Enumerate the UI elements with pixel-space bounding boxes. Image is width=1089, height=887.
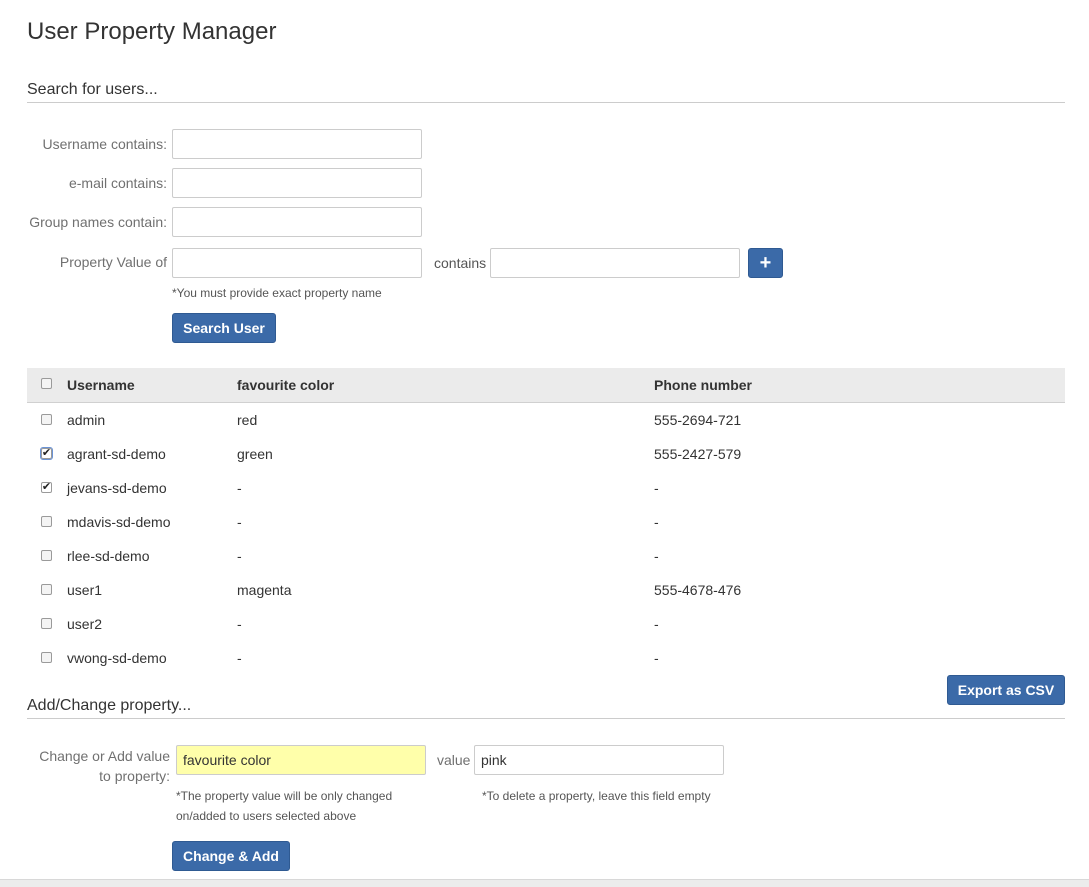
- row-checkbox[interactable]: ✔: [40, 447, 53, 460]
- username-cell: agrant-sd-demo: [67, 446, 166, 462]
- favourite-color-cell: -: [237, 548, 242, 564]
- groups-label: Group names contain:: [29, 214, 167, 230]
- phone-number-cell: -: [654, 548, 659, 564]
- username-cell: jevans-sd-demo: [67, 480, 167, 496]
- change-section-divider: [27, 718, 1065, 719]
- favourite-color-cell: -: [237, 480, 242, 496]
- table-row: ✔ jevans-sd-demo - -: [27, 471, 1065, 505]
- email-label: e-mail contains:: [68, 175, 167, 191]
- change-and-add-button[interactable]: Change & Add: [172, 841, 290, 871]
- username-input[interactable]: [172, 129, 422, 159]
- username-cell: mdavis-sd-demo: [67, 514, 171, 530]
- table-row: user2 - -: [27, 607, 1065, 641]
- change-section-title: Add/Change property...: [27, 697, 192, 714]
- property-label: Property Value of: [59, 254, 167, 270]
- row-checkbox[interactable]: [41, 414, 52, 425]
- username-cell: vwong-sd-demo: [67, 650, 167, 666]
- table-header: Username favourite color Phone number: [27, 368, 1065, 403]
- column-header-phone-number: Phone number: [654, 377, 753, 393]
- phone-number-cell: -: [654, 650, 659, 666]
- table-row: rlee-sd-demo - -: [27, 539, 1065, 573]
- add-property-filter-button[interactable]: +: [748, 248, 783, 278]
- plus-icon: +: [759, 252, 772, 274]
- phone-number-cell: 555-2427-579: [654, 446, 742, 462]
- username-label: Username contains:: [42, 136, 167, 152]
- username-cell: user1: [67, 582, 103, 598]
- change-property-label: Change or Add value to property:: [20, 746, 170, 786]
- export-csv-button[interactable]: Export as CSV: [947, 675, 1065, 705]
- table-row: admin red 555-2694-721: [27, 403, 1065, 437]
- property-change-hint-line2: on/added to users selected above: [176, 809, 357, 823]
- contains-label: contains: [434, 255, 487, 271]
- property-hint: *You must provide exact property name: [172, 286, 382, 300]
- row-checkbox[interactable]: [41, 652, 52, 663]
- row-checkbox[interactable]: [41, 584, 52, 595]
- row-checkbox[interactable]: ✔: [41, 482, 52, 493]
- email-input[interactable]: [172, 168, 422, 198]
- favourite-color-cell: -: [237, 650, 242, 666]
- favourite-color-cell: -: [237, 616, 242, 632]
- row-checkbox[interactable]: [41, 550, 52, 561]
- username-cell: admin: [67, 412, 106, 428]
- change-property-label-line1: Change or Add value: [39, 748, 170, 764]
- checkmark-icon: ✔: [41, 481, 52, 493]
- table-row: vwong-sd-demo - -: [27, 641, 1065, 675]
- change-property-label-line2: to property:: [99, 768, 170, 784]
- table-row: ✔ agrant-sd-demo green 555-2427-579: [27, 437, 1065, 471]
- phone-number-cell: 555-4678-476: [654, 582, 742, 598]
- select-all-checkbox[interactable]: [41, 378, 52, 389]
- favourite-color-cell: magenta: [237, 582, 292, 598]
- property-contains-input[interactable]: [490, 248, 740, 278]
- search-user-button[interactable]: Search User: [172, 313, 276, 343]
- favourite-color-cell: red: [237, 412, 258, 428]
- table-row: mdavis-sd-demo - -: [27, 505, 1065, 539]
- row-checkbox[interactable]: [41, 516, 52, 527]
- column-header-favourite-color: favourite color: [237, 377, 335, 393]
- username-cell: rlee-sd-demo: [67, 548, 150, 564]
- phone-number-cell: 555-2694-721: [654, 412, 742, 428]
- change-property-value-input[interactable]: [474, 745, 724, 775]
- groups-input[interactable]: [172, 207, 422, 237]
- search-section-divider: [27, 102, 1065, 103]
- phone-number-cell: -: [654, 514, 659, 530]
- favourite-color-cell: green: [237, 446, 273, 462]
- property-name-input[interactable]: [172, 248, 422, 278]
- username-cell: user2: [67, 616, 103, 632]
- phone-number-cell: -: [654, 480, 659, 496]
- favourite-color-cell: -: [237, 514, 242, 530]
- phone-number-cell: -: [654, 616, 659, 632]
- change-property-name-input[interactable]: [176, 745, 426, 775]
- column-header-username: Username: [67, 377, 135, 393]
- value-delete-hint: *To delete a property, leave this field …: [482, 789, 711, 803]
- table-row: user1 magenta 555-4678-476: [27, 573, 1065, 607]
- property-change-hint-line1: *The property value will be only changed: [176, 789, 393, 803]
- row-checkbox[interactable]: [41, 618, 52, 629]
- property-change-hint: *The property value will be only changed…: [176, 786, 392, 826]
- value-label: value: [437, 752, 471, 768]
- page-title: User Property Manager: [27, 18, 277, 45]
- checkmark-icon: ✔: [41, 447, 52, 459]
- search-section-title: Search for users...: [27, 81, 158, 98]
